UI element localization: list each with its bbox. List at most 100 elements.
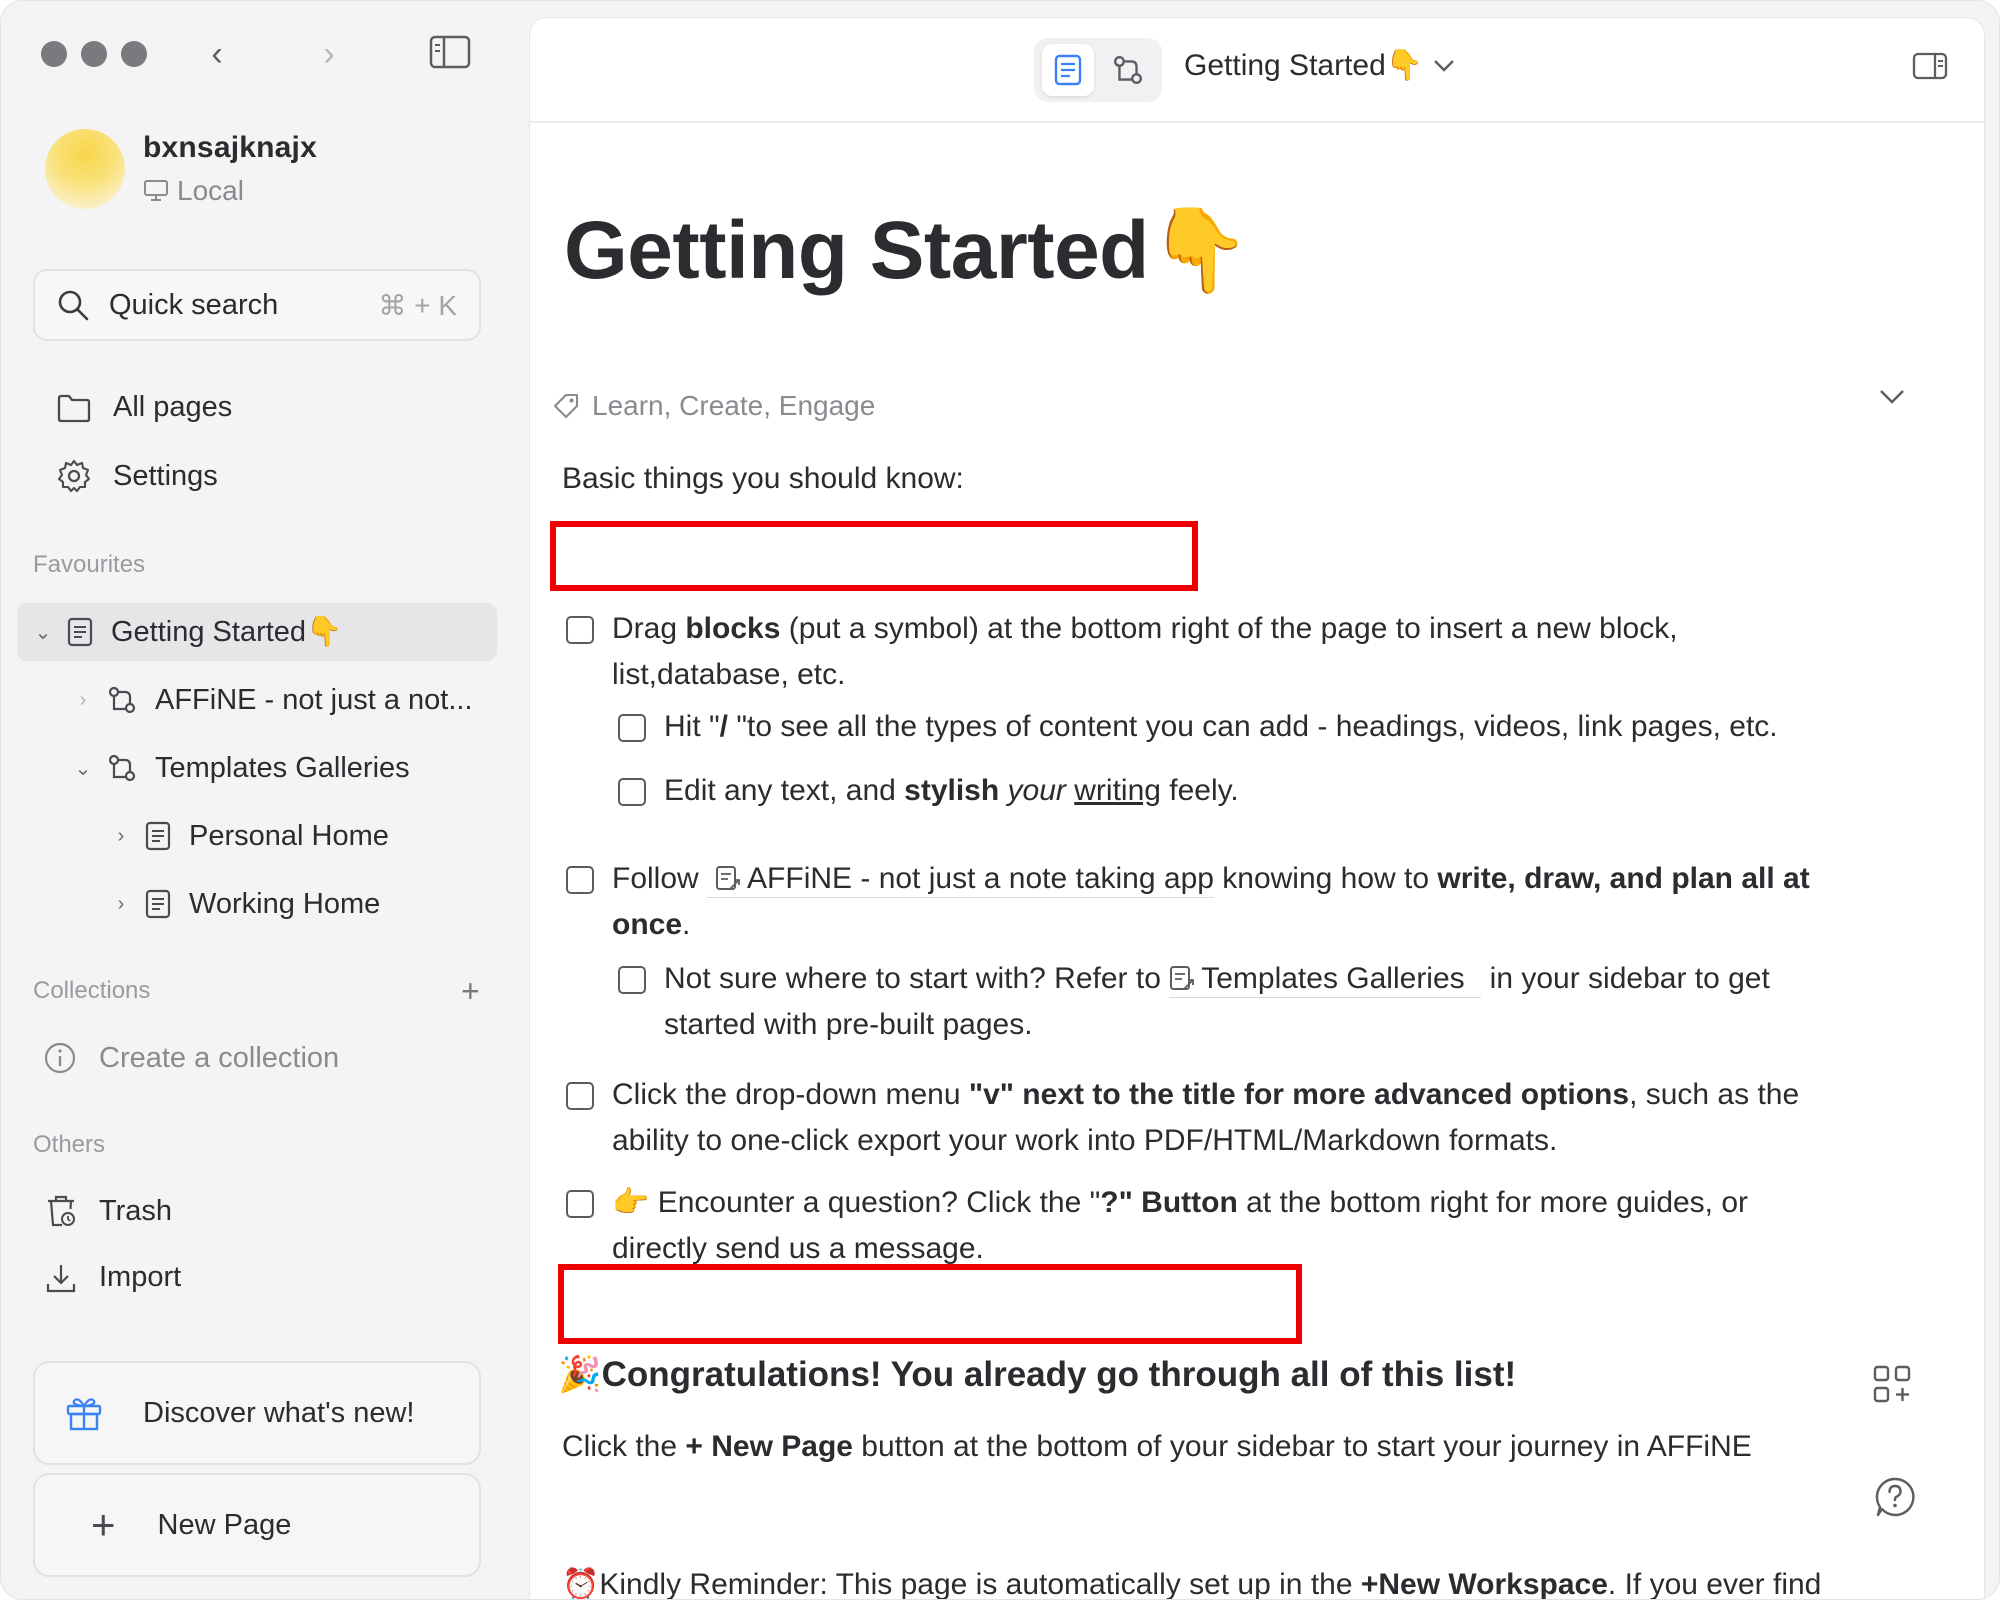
- editor-mode-switch[interactable]: [1034, 38, 1162, 102]
- todo-text-part: 👉 Encounter a question? Click the ": [612, 1186, 1101, 1219]
- tree-item-working-home[interactable]: › Working Home: [109, 875, 381, 933]
- tree-item-label: Working Home: [189, 887, 381, 920]
- favourites-section-label: Favourites: [33, 551, 146, 578]
- todo-item[interactable]: Drag blocks (put a symbol) at the bottom…: [566, 606, 1866, 698]
- todo-text-part: list,database, etc.: [612, 658, 846, 691]
- page-tags[interactable]: Learn, Create, Engage: [552, 390, 875, 422]
- document-title[interactable]: Getting Started👇: [564, 203, 1251, 299]
- settings-item[interactable]: Settings: [57, 459, 218, 493]
- new-page-button[interactable]: + New Page: [33, 1473, 481, 1577]
- gear-icon: [57, 459, 91, 493]
- hint-text-bold: + New Page: [685, 1430, 853, 1463]
- linked-page-reference[interactable]: Templates Galleries: [1169, 962, 1482, 998]
- congrats-heading[interactable]: 🎉Congratulations! You already go through…: [558, 1354, 1516, 1395]
- todo-text-bold: "v" next to the title for more advanced …: [968, 1078, 1630, 1111]
- help-question-icon[interactable]: [1874, 1476, 1916, 1523]
- workspace-avatar: [45, 129, 125, 209]
- new-page-hint[interactable]: Click the + New Page button at the botto…: [562, 1424, 1752, 1470]
- discover-whats-new-button[interactable]: Discover what's new!: [33, 1361, 481, 1465]
- todo-text-italic: your: [1007, 774, 1066, 807]
- tree-item-label: Templates Galleries: [155, 751, 410, 784]
- todo-text-part: Click the drop-down menu: [612, 1078, 969, 1111]
- todo-text: Click the drop-down menu "v" next to the…: [612, 1072, 1799, 1164]
- todo-text-bold: ?" Button: [1100, 1186, 1238, 1219]
- plus-icon: +: [91, 1501, 116, 1548]
- all-pages-item[interactable]: All pages: [57, 391, 232, 424]
- todo-checkbox[interactable]: [566, 1082, 594, 1110]
- close-window-button[interactable]: [41, 41, 67, 67]
- tags-text: Learn, Create, Engage: [592, 390, 876, 421]
- workspace-switcher[interactable]: bxnsajknajx Local: [45, 129, 317, 209]
- todo-text: Not sure where to start with? Refer to T…: [664, 956, 1770, 1048]
- quick-search-button[interactable]: Quick search ⌘ + K: [33, 269, 481, 341]
- reminder-text-part: . If you ever find: [1607, 1568, 1822, 1600]
- editor-header: Getting Started👇: [530, 18, 1984, 123]
- tree-item-personal-home[interactable]: › Personal Home: [109, 807, 389, 865]
- annotation-box: [558, 1264, 1302, 1344]
- window-controls: [41, 41, 147, 67]
- add-block-grid-icon[interactable]: [1872, 1364, 1912, 1409]
- todo-checkbox[interactable]: [566, 616, 594, 644]
- quick-search-label: Quick search: [109, 288, 279, 321]
- chevron-right-icon[interactable]: ›: [109, 893, 133, 916]
- todo-text-bold: /: [719, 710, 728, 743]
- todo-item[interactable]: 👉 Encounter a question? Click the "?" Bu…: [566, 1180, 1926, 1272]
- todo-text-part: Drag: [612, 612, 686, 645]
- chevron-down-icon[interactable]: ⌄: [71, 756, 95, 781]
- linked-page-icon: [716, 866, 740, 890]
- intro-text[interactable]: Basic things you should know:: [562, 456, 964, 502]
- page-mode-icon[interactable]: [1042, 44, 1094, 96]
- add-collection-icon[interactable]: +: [461, 973, 480, 1010]
- reminder-text[interactable]: ⏰Kindly Reminder: This page is automatic…: [562, 1562, 1822, 1600]
- right-sidebar-toggle-icon[interactable]: [1912, 52, 1948, 85]
- settings-label: Settings: [113, 459, 218, 492]
- todo-text-part: feely.: [1160, 774, 1239, 807]
- page-title-menu[interactable]: Getting Started👇: [1184, 48, 1455, 83]
- todo-checkbox[interactable]: [618, 778, 646, 806]
- todo-text-bold: once: [612, 908, 683, 941]
- todo-checkbox[interactable]: [618, 966, 646, 994]
- chevron-right-icon[interactable]: ›: [71, 689, 95, 712]
- others-section-label: Others: [33, 1131, 106, 1158]
- todo-item[interactable]: Click the drop-down menu "v" next to the…: [566, 1072, 1926, 1164]
- minimize-window-button[interactable]: [81, 41, 107, 67]
- todo-text: Hit "/ "to see all the types of content …: [664, 704, 1778, 750]
- chevron-right-icon[interactable]: ›: [109, 825, 133, 848]
- back-icon[interactable]: ‹: [197, 35, 237, 75]
- linked-page-icon: [1170, 966, 1195, 990]
- import-item[interactable]: Import: [45, 1261, 181, 1294]
- linked-page-title: AFFiNE - not just a note taking app: [747, 862, 1214, 895]
- trash-label: Trash: [99, 1194, 173, 1227]
- todo-item[interactable]: Edit any text, and stylish your writing …: [618, 768, 1918, 814]
- chevron-down-icon[interactable]: [1433, 59, 1455, 73]
- tree-item-label: Personal Home: [189, 819, 389, 852]
- todo-checkbox[interactable]: [566, 1190, 594, 1218]
- tree-item-getting-started[interactable]: ⌄ Getting Started👇: [17, 603, 497, 661]
- todo-text-part: at the bottom right for more guides, or: [1237, 1186, 1749, 1219]
- todo-text: Drag blocks (put a symbol) at the bottom…: [612, 606, 1678, 698]
- todo-item[interactable]: Follow AFFiNE - not just a note taking a…: [566, 856, 1926, 948]
- search-icon: [58, 290, 89, 321]
- chevron-down-icon[interactable]: ⌄: [31, 620, 55, 645]
- trash-item[interactable]: Trash: [45, 1193, 172, 1229]
- todo-item[interactable]: Hit "/ "to see all the types of content …: [618, 704, 1918, 750]
- todo-checkbox[interactable]: [566, 866, 594, 894]
- edgeless-mode-icon[interactable]: [1102, 44, 1154, 96]
- new-page-label: New Page: [157, 1508, 292, 1541]
- trash-icon: [48, 1195, 75, 1227]
- todo-item[interactable]: Not sure where to start with? Refer to T…: [618, 956, 1938, 1048]
- linked-page-reference[interactable]: AFFiNE - not just a note taking app: [707, 862, 1214, 898]
- zoom-window-button[interactable]: [121, 41, 147, 67]
- hint-text-part: Click the: [562, 1430, 686, 1463]
- todo-text-part: , such as the: [1629, 1078, 1800, 1111]
- create-collection-item[interactable]: Create a collection: [43, 1041, 339, 1075]
- tree-item-affine-note[interactable]: › AFFiNE - not just a not...: [71, 671, 473, 729]
- todo-text-part: started with pre-built pages.: [664, 1008, 1033, 1041]
- chevron-down-icon[interactable]: [1878, 388, 1906, 411]
- todo-checkbox[interactable]: [618, 714, 646, 742]
- sidebar-toggle-icon[interactable]: [429, 35, 471, 69]
- todo-text-part: in your sidebar to get: [1481, 962, 1770, 995]
- tree-item-templates-galleries[interactable]: ⌄ Templates Galleries: [71, 739, 410, 797]
- tree-item-label: Getting Started👇: [111, 616, 343, 648]
- forward-icon[interactable]: ›: [309, 35, 349, 75]
